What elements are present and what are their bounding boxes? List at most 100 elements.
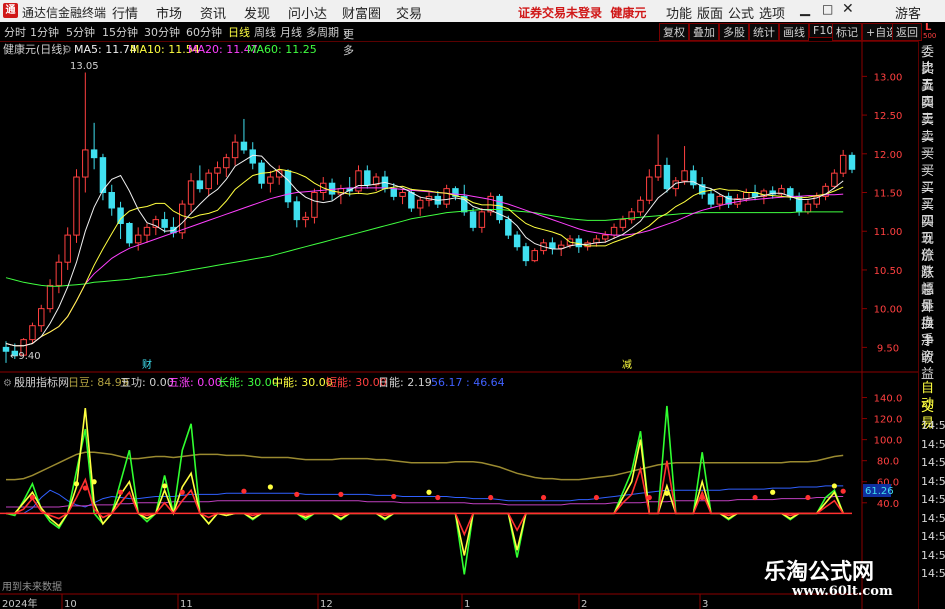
title-bar: 通 通达信金融终端 行情 市场 资讯 发现 问小达 财富圈 交易 证券交易未登录… xyxy=(0,0,945,23)
moving-average-lines xyxy=(5,154,844,347)
period-5min[interactable]: 5分钟 xyxy=(66,24,95,40)
btn-back[interactable]: 返回 xyxy=(892,23,922,41)
candle-body xyxy=(328,182,336,195)
candle-body xyxy=(478,211,486,228)
candle-body xyxy=(619,219,627,228)
indicator-dot xyxy=(117,489,124,495)
menu-caifuquan[interactable]: 财富圈 xyxy=(342,3,381,22)
btn-biaoji[interactable]: 标记 xyxy=(832,23,862,41)
candle-body xyxy=(513,234,521,248)
stock-name-title: 健康元 xyxy=(610,6,647,20)
candle-body xyxy=(231,141,239,159)
candle-body xyxy=(2,346,10,352)
btn-diejia[interactable]: 叠加 xyxy=(689,23,719,41)
ma5-line xyxy=(5,154,844,347)
future-data-note: 用到未来数据 xyxy=(2,580,62,593)
event-marker-cai[interactable]: 财 xyxy=(142,358,152,371)
period-weekly[interactable]: 周线 xyxy=(254,24,276,40)
indicator-dot xyxy=(73,481,80,487)
indicator-dot xyxy=(91,479,97,485)
high-price-label: 13.05 xyxy=(70,61,99,72)
candle-body xyxy=(108,192,115,209)
candle-body xyxy=(496,195,503,221)
candle-body xyxy=(831,172,838,187)
watermark-url: www.60lt.com xyxy=(792,584,893,599)
candle-body xyxy=(240,141,248,151)
candle-body xyxy=(161,219,168,228)
login-status[interactable]: 证券交易未登录 健康元 xyxy=(518,4,646,21)
candle-body xyxy=(311,192,318,218)
indicator-dot xyxy=(646,494,652,501)
candle-body xyxy=(646,176,653,201)
candle-body xyxy=(55,261,63,286)
menu-jiaoyi[interactable]: 交易 xyxy=(396,3,422,22)
candle-body xyxy=(143,226,151,236)
period-toolbar: 分时 1分钟 5分钟 15分钟 30分钟 60分钟 日线 周线 月线 多周期 更… xyxy=(0,22,945,57)
side-time-item: 14:56 xyxy=(921,419,945,432)
menu-banmian[interactable]: 版面 xyxy=(697,3,723,22)
low-price-label: ←9.40 xyxy=(10,351,41,362)
current-value-text: 61.26 xyxy=(865,486,894,497)
gear-icon[interactable]: ⚙ xyxy=(62,43,72,56)
indicator-dot xyxy=(752,494,758,501)
period-1min[interactable]: 1分钟 xyxy=(30,24,59,40)
indicator-dot xyxy=(241,488,247,494)
btn-huaxian[interactable]: 画线 xyxy=(779,23,809,41)
btn-fuquan[interactable]: 复权 xyxy=(659,23,689,41)
menu-gongneng[interactable]: 功能 xyxy=(666,3,692,22)
indicator-series-line xyxy=(6,460,844,537)
minimize-icon[interactable]: ▁ xyxy=(800,2,810,17)
date-label: 3 xyxy=(702,599,708,609)
guest-label[interactable]: 游客 xyxy=(895,3,921,22)
side-time-item: 14:56 xyxy=(921,493,945,506)
indicator-dot xyxy=(488,494,494,501)
menu-faxian[interactable]: 发现 xyxy=(244,3,270,22)
candle-body xyxy=(443,188,450,205)
indicator-gear-icon[interactable]: ⚙ xyxy=(3,378,12,389)
price-tick-label: 12.00 xyxy=(874,150,903,161)
side-panel: L 500 委比 卖五 卖四 卖三 卖二 卖一 买一 买二 买三 买四 买五 现价 涨跌 涨幅 总量 外盘 换手… xyxy=(918,22,945,609)
indicator-lines xyxy=(0,405,852,575)
event-marker-jian[interactable]: 减 xyxy=(622,359,632,371)
menu-shichang[interactable]: 市场 xyxy=(156,3,182,22)
indicator-tick-label: 100.0 xyxy=(874,436,903,447)
menu-zixun[interactable]: 资讯 xyxy=(200,3,226,22)
period-15min[interactable]: 15分钟 xyxy=(102,24,138,40)
candle-body xyxy=(302,216,309,221)
menu-xuanxiang[interactable]: 选项 xyxy=(759,3,785,22)
side-time-item: 14:56 xyxy=(921,567,945,580)
period-30min[interactable]: 30分钟 xyxy=(144,24,180,40)
indicator-tick-label: 120.0 xyxy=(874,415,903,426)
candle-body xyxy=(134,234,142,244)
side-item[interactable]: 收益 xyxy=(921,351,945,383)
indicator-dot xyxy=(593,494,600,501)
menu-hangqing[interactable]: 行情 xyxy=(112,3,138,22)
indicator-dot xyxy=(805,494,811,501)
close-icon[interactable]: ✕ xyxy=(842,1,854,17)
indicator-last: 56.17 : 46.64 xyxy=(431,376,505,389)
maximize-icon[interactable]: □ xyxy=(822,2,833,16)
indicator-dot xyxy=(426,489,432,495)
period-fenshi[interactable]: 分时 xyxy=(4,24,26,40)
menu-wenxiaoda[interactable]: 问小达 xyxy=(288,3,327,22)
price-axis-ticks: 9.50 10.00 10.50 11.00 11.50 12.00 12.50 13.00 xyxy=(862,72,902,354)
date-label: 12 xyxy=(320,599,333,609)
candle-body xyxy=(469,211,477,228)
price-tick-label: 12.50 xyxy=(874,111,903,122)
candle-body xyxy=(663,164,671,190)
indicator-dot xyxy=(840,488,846,494)
chart-area[interactable]: 健康元(日线) ⚙ MA5: 11.74 MA10: 11.54 MA20: 1… xyxy=(0,41,918,609)
period-monthly[interactable]: 月线 xyxy=(280,24,302,40)
indicator-dot xyxy=(435,494,441,501)
candle-body xyxy=(73,176,80,236)
period-60min[interactable]: 60分钟 xyxy=(186,24,222,40)
period-daily[interactable]: 日线 xyxy=(228,24,250,40)
date-axis: 2024年 10 11 12 1 2 3 xyxy=(2,594,708,609)
period-multi[interactable]: 多周期 xyxy=(306,24,339,40)
btn-tongji[interactable]: 统计 xyxy=(749,23,779,41)
indicator-tick-label: 80.0 xyxy=(877,457,899,468)
side-time-item: 14:56 xyxy=(921,437,945,451)
price-tick-label: 10.50 xyxy=(874,266,903,277)
menu-gongshi[interactable]: 公式 xyxy=(728,3,754,22)
btn-duogu[interactable]: 多股 xyxy=(719,23,749,41)
